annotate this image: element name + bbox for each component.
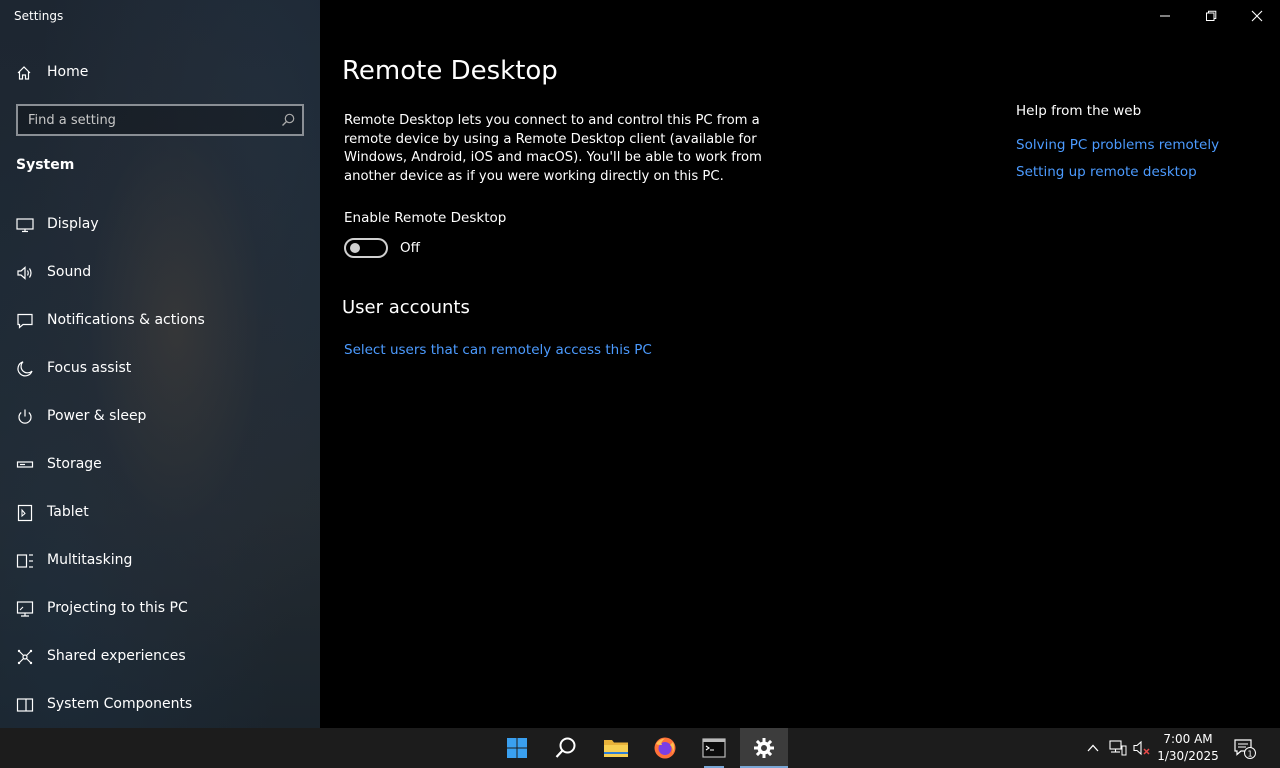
- home-icon: [16, 65, 32, 85]
- restore-button[interactable]: [1188, 0, 1234, 32]
- enable-remote-desktop-label: Enable Remote Desktop: [344, 210, 507, 226]
- sidebar-item-focus-assist[interactable]: Focus assist: [0, 345, 320, 393]
- sidebar-item-label: Display: [47, 216, 99, 232]
- taskbar: 7:00 AM 1/30/2025 1: [0, 728, 1280, 768]
- terminal-button[interactable]: [690, 728, 738, 768]
- sidebar-item-display[interactable]: Display: [0, 201, 320, 249]
- settings-taskbar-button[interactable]: [740, 728, 788, 768]
- search-icon[interactable]: [280, 112, 296, 132]
- page-title: Remote Desktop: [342, 56, 558, 86]
- sidebar-home[interactable]: Home: [0, 56, 320, 90]
- minimize-button[interactable]: [1142, 0, 1188, 32]
- sidebar-item-label: Storage: [47, 456, 102, 472]
- shared-experiences-icon: [16, 648, 34, 666]
- display-icon: [16, 216, 34, 234]
- sidebar-item-label: Notifications & actions: [47, 312, 205, 328]
- window-title: Settings: [14, 9, 64, 23]
- terminal-icon: [702, 738, 726, 758]
- section-title-system: System: [16, 157, 75, 173]
- sidebar-item-tablet[interactable]: Tablet: [0, 489, 320, 537]
- close-icon: [1251, 10, 1263, 22]
- chevron-up-icon[interactable]: [1086, 740, 1100, 759]
- notification-center-button[interactable]: 1: [1233, 738, 1257, 764]
- main-content: Remote Desktop Remote Desktop lets you c…: [320, 0, 1280, 728]
- notification-center-icon: 1: [1234, 739, 1256, 759]
- firefox-icon: [654, 737, 676, 759]
- close-button[interactable]: [1234, 0, 1280, 32]
- file-explorer-icon: [604, 740, 628, 757]
- storage-icon: [16, 456, 34, 474]
- tablet-icon: [16, 504, 34, 522]
- sidebar-item-projecting[interactable]: Projecting to this PC: [0, 585, 320, 633]
- sidebar-nav: Display Sound Notifications & actions Fo…: [0, 201, 320, 729]
- sound-icon: [16, 264, 34, 282]
- select-users-link[interactable]: Select users that can remotely access th…: [344, 342, 652, 358]
- sidebar-item-shared-experiences[interactable]: Shared experiences: [0, 633, 320, 681]
- remote-desktop-description: Remote Desktop lets you connect to and c…: [344, 113, 762, 184]
- restore-icon: [1206, 10, 1217, 21]
- search-icon: [555, 737, 576, 758]
- moon-icon: [16, 360, 34, 378]
- clock[interactable]: 7:00 AM 1/30/2025: [1152, 731, 1224, 765]
- sidebar-home-label: Home: [47, 64, 89, 80]
- sidebar-item-multitasking[interactable]: Multitasking: [0, 537, 320, 585]
- network-icon[interactable]: [1109, 740, 1127, 760]
- help-link-solving-pc-problems[interactable]: Solving PC problems remotely: [1016, 137, 1219, 153]
- multitasking-icon: [16, 552, 34, 570]
- notifications-icon: [16, 312, 34, 330]
- help-link-setting-up-remote-desktop[interactable]: Setting up remote desktop: [1016, 164, 1197, 180]
- sidebar-item-label: Sound: [47, 264, 92, 280]
- sidebar-item-label: Power & sleep: [47, 408, 147, 424]
- sidebar-item-label: Multitasking: [47, 552, 133, 568]
- sidebar-item-power-sleep[interactable]: Power & sleep: [0, 393, 320, 441]
- sidebar-item-storage[interactable]: Storage: [0, 441, 320, 489]
- sidebar-item-notifications[interactable]: Notifications & actions: [0, 297, 320, 345]
- start-button[interactable]: [493, 728, 541, 768]
- sidebar-item-system-components[interactable]: System Components: [0, 681, 320, 729]
- firefox-button[interactable]: [641, 728, 689, 768]
- sidebar-item-label: System Components: [47, 696, 193, 712]
- sidebar-item-sound[interactable]: Sound: [0, 249, 320, 297]
- search-box[interactable]: [16, 104, 304, 136]
- notification-count: 1: [1247, 749, 1252, 758]
- sidebar-item-label: Focus assist: [47, 360, 132, 376]
- toggle-knob: [350, 243, 360, 253]
- settings-icon: [754, 738, 774, 758]
- system-components-icon: [16, 696, 34, 714]
- sidebar: Settings Home System Display Sound: [0, 0, 320, 728]
- sidebar-item-label: Tablet: [47, 504, 89, 520]
- toggle-state-label: Off: [400, 240, 420, 256]
- sidebar-item-label: Projecting to this PC: [47, 600, 188, 616]
- clock-date: 1/30/2025: [1157, 749, 1219, 763]
- clock-time: 7:00 AM: [1163, 732, 1213, 746]
- taskbar-search-button[interactable]: [542, 728, 590, 768]
- help-from-web-title: Help from the web: [1016, 103, 1142, 119]
- search-input[interactable]: [18, 106, 268, 134]
- start-icon: [507, 738, 527, 758]
- power-icon: [16, 408, 34, 426]
- volume-muted-icon[interactable]: [1133, 740, 1151, 760]
- file-explorer-button[interactable]: [592, 728, 640, 768]
- projecting-icon: [16, 600, 34, 618]
- minimize-icon: [1160, 15, 1170, 17]
- enable-remote-desktop-toggle[interactable]: [344, 238, 388, 258]
- sidebar-item-label: Shared experiences: [47, 648, 186, 664]
- user-accounts-title: User accounts: [342, 297, 470, 318]
